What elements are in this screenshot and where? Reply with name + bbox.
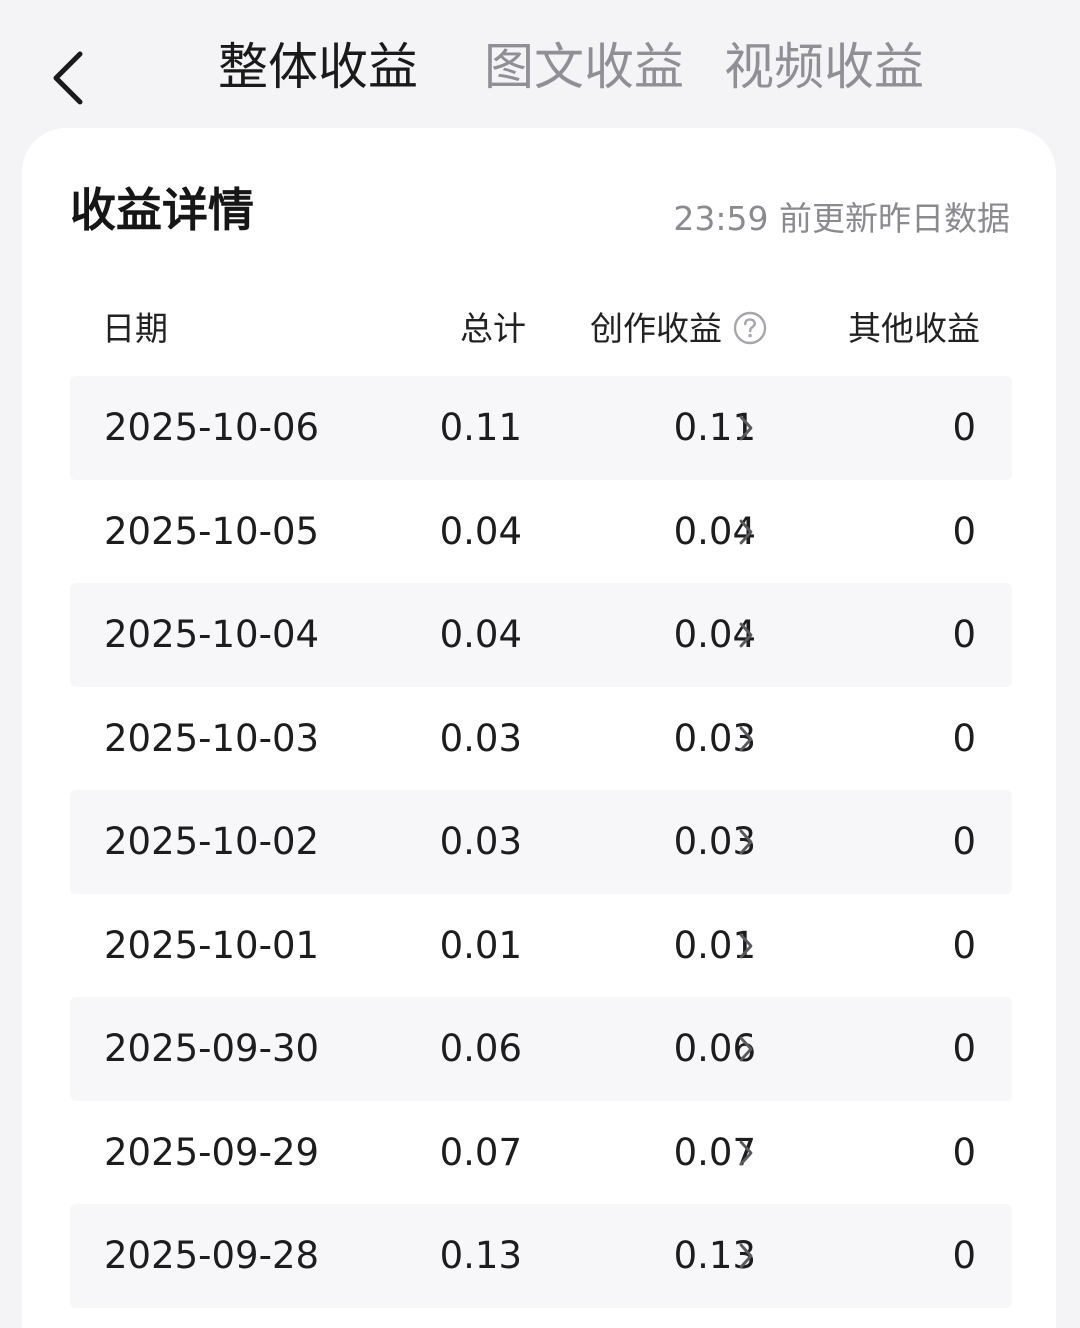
row-total: 0.04 bbox=[439, 613, 522, 656]
row-total: 0.03 bbox=[439, 820, 522, 863]
column-header-other: 其他收益 bbox=[848, 309, 980, 348]
table-row: 2025-10-05 0.04 0.04 0 bbox=[70, 480, 1012, 584]
tab-article-earnings[interactable]: 图文收益 bbox=[484, 34, 684, 100]
row-date: 2025-10-01 bbox=[104, 923, 320, 967]
row-other: 0 bbox=[952, 509, 976, 553]
chevron-right-icon[interactable] bbox=[738, 932, 754, 960]
top-nav-bar: 整体收益 图文收益 视频收益 bbox=[0, 0, 1080, 130]
row-total: 0.13 bbox=[439, 1234, 522, 1277]
row-other: 0 bbox=[952, 820, 976, 863]
column-header-creation-label: 创作收益 bbox=[590, 309, 722, 348]
row-date: 2025-09-29 bbox=[104, 1130, 320, 1174]
row-total: 0.11 bbox=[439, 406, 522, 449]
row-total: 0.03 bbox=[439, 716, 522, 760]
table-row: 2025-09-29 0.07 0.07 0 bbox=[70, 1101, 1012, 1205]
row-total: 0.01 bbox=[439, 923, 522, 967]
chevron-right-icon[interactable] bbox=[738, 414, 754, 442]
row-other: 0 bbox=[952, 613, 976, 656]
tab-overall-earnings[interactable]: 整体收益 bbox=[218, 34, 418, 100]
row-date: 2025-09-28 bbox=[104, 1234, 320, 1277]
row-other: 0 bbox=[952, 923, 976, 967]
card-title: 收益详情 bbox=[70, 183, 254, 237]
table-header: 日期 总计 创作收益 其他收益 bbox=[22, 306, 1056, 356]
tab-video-earnings[interactable]: 视频收益 bbox=[724, 34, 924, 100]
table-row: 2025-10-06 0.11 0.11 0 bbox=[70, 376, 1012, 480]
chevron-right-icon[interactable] bbox=[738, 1139, 754, 1167]
table-row: 2025-10-04 0.04 0.04 0 bbox=[70, 583, 1012, 687]
column-header-creation: 创作收益 bbox=[590, 306, 768, 352]
tab-bar: 整体收益 图文收益 视频收益 bbox=[0, 34, 1080, 104]
table-row: 2025-10-01 0.01 0.01 0 bbox=[70, 894, 1012, 998]
earnings-detail-card: 收益详情 23:59 前更新昨日数据 日期 总计 创作收益 其他收益 2025-… bbox=[22, 128, 1056, 1328]
column-header-date: 日期 bbox=[102, 309, 168, 348]
row-other: 0 bbox=[952, 406, 976, 449]
update-note: 23:59 前更新昨日数据 bbox=[673, 199, 1010, 238]
row-other: 0 bbox=[952, 716, 976, 760]
table-row: 2025-09-30 0.06 0.06 0 bbox=[70, 997, 1012, 1101]
table-row: 2025-09-28 0.13 0.13 0 bbox=[70, 1204, 1012, 1308]
row-date: 2025-10-02 bbox=[104, 820, 320, 863]
earnings-table: 2025-10-06 0.11 0.11 0 2025-10-05 0.04 0… bbox=[70, 376, 1012, 1308]
row-total: 0.07 bbox=[439, 1130, 522, 1174]
row-date: 2025-10-03 bbox=[104, 716, 320, 760]
chevron-right-icon[interactable] bbox=[738, 1242, 754, 1270]
row-total: 0.06 bbox=[439, 1027, 522, 1070]
row-date: 2025-10-06 bbox=[104, 406, 320, 449]
chevron-right-icon[interactable] bbox=[738, 828, 754, 856]
row-date: 2025-09-30 bbox=[104, 1027, 320, 1070]
row-other: 0 bbox=[952, 1234, 976, 1277]
row-date: 2025-10-04 bbox=[104, 613, 320, 656]
row-total: 0.04 bbox=[439, 509, 522, 553]
table-row: 2025-10-03 0.03 0.03 0 bbox=[70, 687, 1012, 791]
chevron-right-icon[interactable] bbox=[738, 621, 754, 649]
chevron-right-icon[interactable] bbox=[738, 1035, 754, 1063]
chevron-right-icon[interactable] bbox=[738, 725, 754, 753]
row-other: 0 bbox=[952, 1027, 976, 1070]
column-header-total: 总计 bbox=[460, 309, 526, 348]
table-row: 2025-10-02 0.03 0.03 0 bbox=[70, 790, 1012, 894]
chevron-right-icon[interactable] bbox=[738, 518, 754, 546]
question-circle-icon[interactable] bbox=[732, 310, 768, 346]
row-date: 2025-10-05 bbox=[104, 509, 320, 553]
row-other: 0 bbox=[952, 1130, 976, 1174]
